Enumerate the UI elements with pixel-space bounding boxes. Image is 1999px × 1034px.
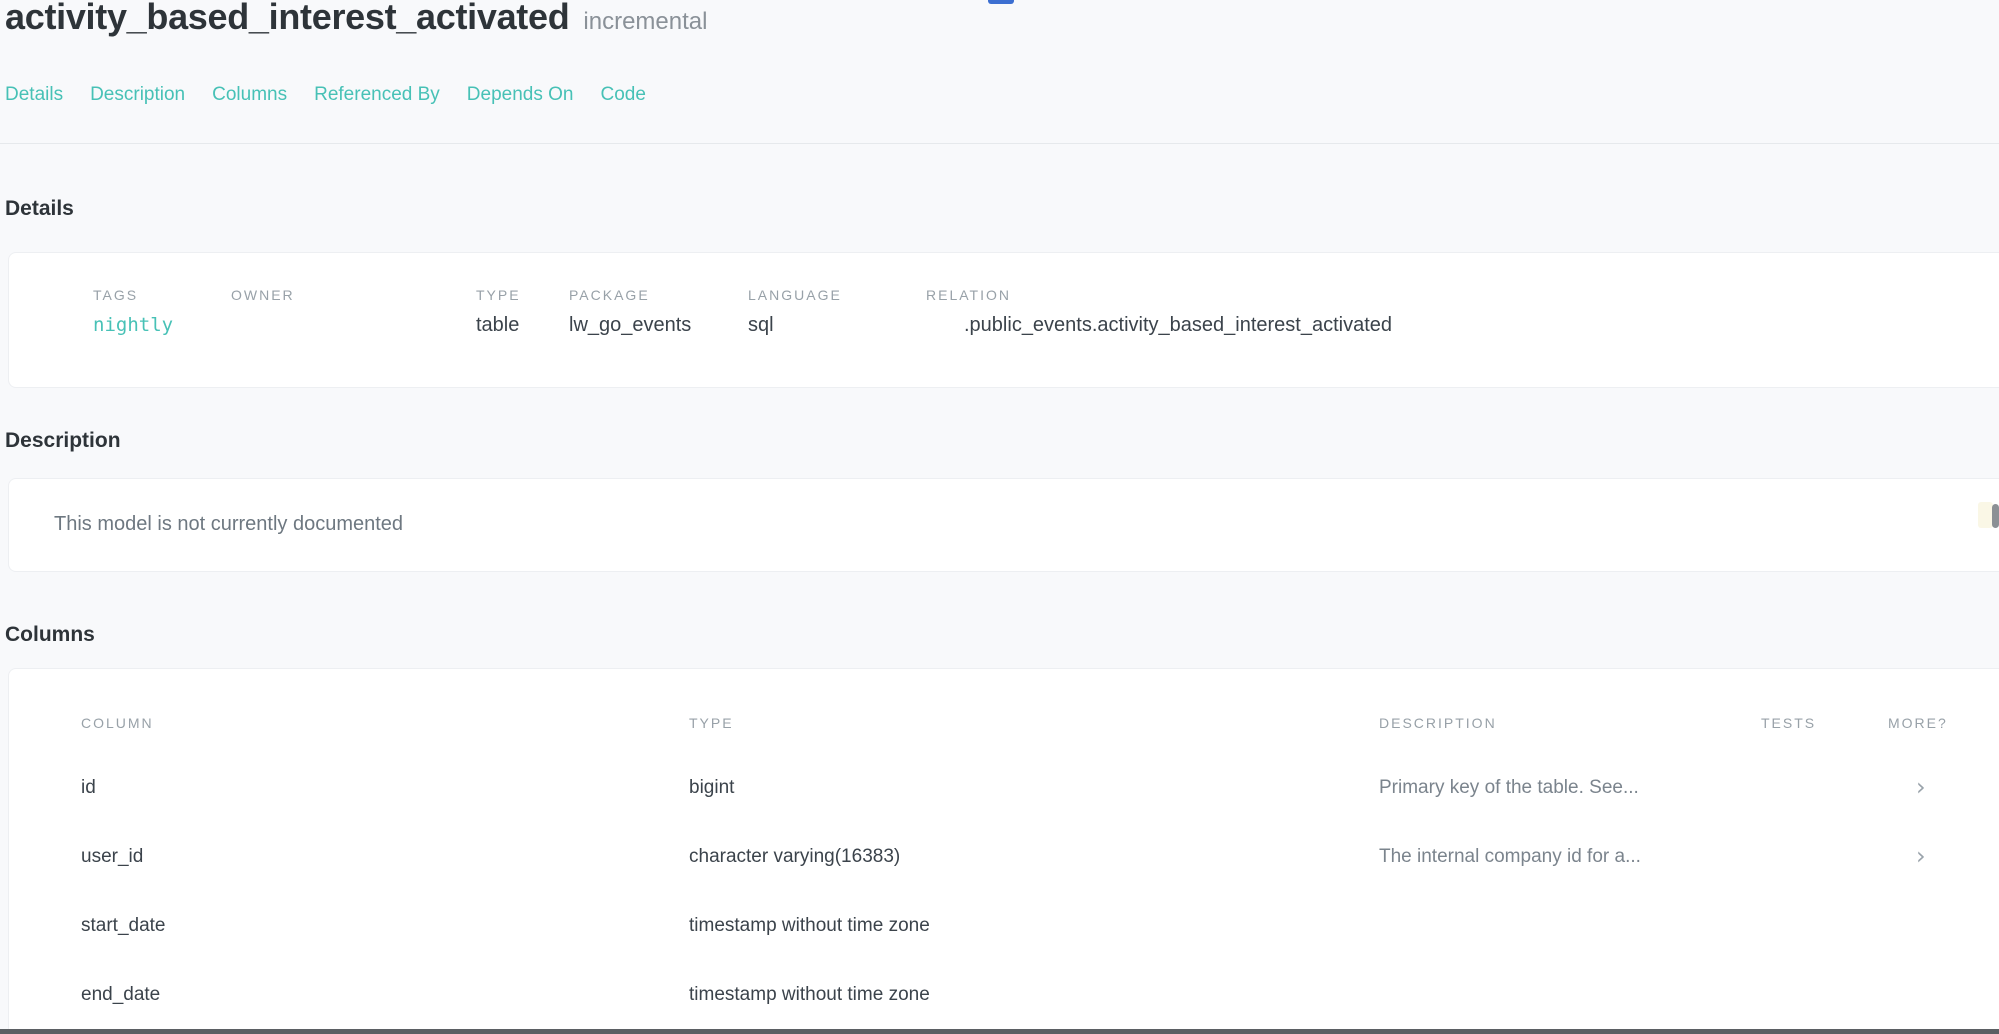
field-value-type: table: [476, 314, 569, 337]
cutoff-element-fragment: [988, 0, 1014, 4]
materialization-badge: incremental: [583, 8, 707, 36]
cell-column-type: bigint: [689, 777, 1379, 799]
column-header-description: DESCRIPTION: [1379, 715, 1761, 731]
cell-column-description: The internal company id for a...: [1379, 846, 1761, 868]
nav-link-columns[interactable]: Columns: [212, 84, 287, 106]
cell-column-name: user_id: [81, 846, 689, 868]
nav-link-depends-on[interactable]: Depends On: [467, 84, 574, 106]
window-bottom-edge: [0, 1029, 1999, 1034]
edge-highlight-fragment: [1978, 502, 1993, 528]
field-type: TYPE table: [476, 287, 569, 337]
anchor-nav: Details Description Columns Referenced B…: [5, 84, 646, 106]
table-row-id[interactable]: id bigint Primary key of the table. See.…: [81, 753, 1999, 822]
section-heading-details: Details: [5, 196, 74, 222]
nav-link-details[interactable]: Details: [5, 84, 63, 106]
details-fields: TAGS nightly OWNER TYPE table PACKAGE lw…: [9, 253, 1999, 337]
cell-column-type: timestamp without time zone: [689, 915, 1379, 937]
field-label-type: TYPE: [476, 287, 569, 303]
nav-link-referenced-by[interactable]: Referenced By: [314, 84, 440, 106]
scrollbar-thumb[interactable]: [1992, 504, 1999, 528]
field-value-language: sql: [748, 314, 926, 337]
section-heading-description: Description: [5, 428, 121, 454]
field-tags: TAGS nightly: [93, 287, 231, 337]
header-divider: [0, 143, 1999, 144]
cell-column-name: id: [81, 777, 689, 799]
field-value-package: lw_go_events: [569, 314, 748, 337]
columns-card: COLUMN TYPE DESCRIPTION TESTS MORE? id b…: [8, 668, 1999, 1034]
column-header-tests: TESTS: [1761, 715, 1888, 731]
field-label-owner: OWNER: [231, 287, 476, 303]
field-owner: OWNER: [231, 287, 476, 337]
details-card: TAGS nightly OWNER TYPE table PACKAGE lw…: [8, 252, 1999, 388]
nav-link-code[interactable]: Code: [600, 84, 645, 106]
chevron-right-icon[interactable]: ›: [1916, 773, 1926, 801]
field-value-relation: .public_events.activity_based_interest_a…: [926, 314, 1392, 337]
cell-column-type: timestamp without time zone: [689, 984, 1379, 1006]
cell-column-description: Primary key of the table. See...: [1379, 777, 1761, 799]
column-header-column: COLUMN: [81, 715, 689, 731]
description-card: This model is not currently documented: [8, 478, 1999, 572]
column-header-type: TYPE: [689, 715, 1379, 731]
table-row-start-date[interactable]: start_date timestamp without time zone: [81, 891, 1999, 960]
field-label-tags: TAGS: [93, 287, 231, 303]
columns-table: COLUMN TYPE DESCRIPTION TESTS MORE? id b…: [9, 669, 1999, 1029]
field-package: PACKAGE lw_go_events: [569, 287, 748, 337]
field-relation: RELATION .public_events.activity_based_i…: [926, 287, 1392, 337]
tag-link-nightly[interactable]: nightly: [93, 314, 231, 336]
field-label-relation: RELATION: [926, 287, 1392, 303]
field-label-language: LANGUAGE: [748, 287, 926, 303]
field-label-package: PACKAGE: [569, 287, 748, 303]
field-language: LANGUAGE sql: [748, 287, 926, 337]
cell-column-name: end_date: [81, 984, 689, 1006]
nav-link-description[interactable]: Description: [90, 84, 185, 106]
section-heading-columns: Columns: [5, 622, 95, 648]
cell-column-type: character varying(16383): [689, 846, 1379, 868]
description-text: This model is not currently documented: [9, 479, 1999, 536]
columns-table-header: COLUMN TYPE DESCRIPTION TESTS MORE?: [81, 715, 1999, 731]
columns-table-body: id bigint Primary key of the table. See.…: [81, 753, 1999, 1029]
page-header: activity_based_interest_activated increm…: [5, 0, 707, 38]
column-header-more: MORE?: [1888, 715, 1999, 731]
table-row-end-date[interactable]: end_date timestamp without time zone: [81, 960, 1999, 1029]
model-title: activity_based_interest_activated: [5, 0, 569, 38]
chevron-right-icon[interactable]: ›: [1916, 842, 1926, 870]
table-row-user-id[interactable]: user_id character varying(16383) The int…: [81, 822, 1999, 891]
cell-column-name: start_date: [81, 915, 689, 937]
